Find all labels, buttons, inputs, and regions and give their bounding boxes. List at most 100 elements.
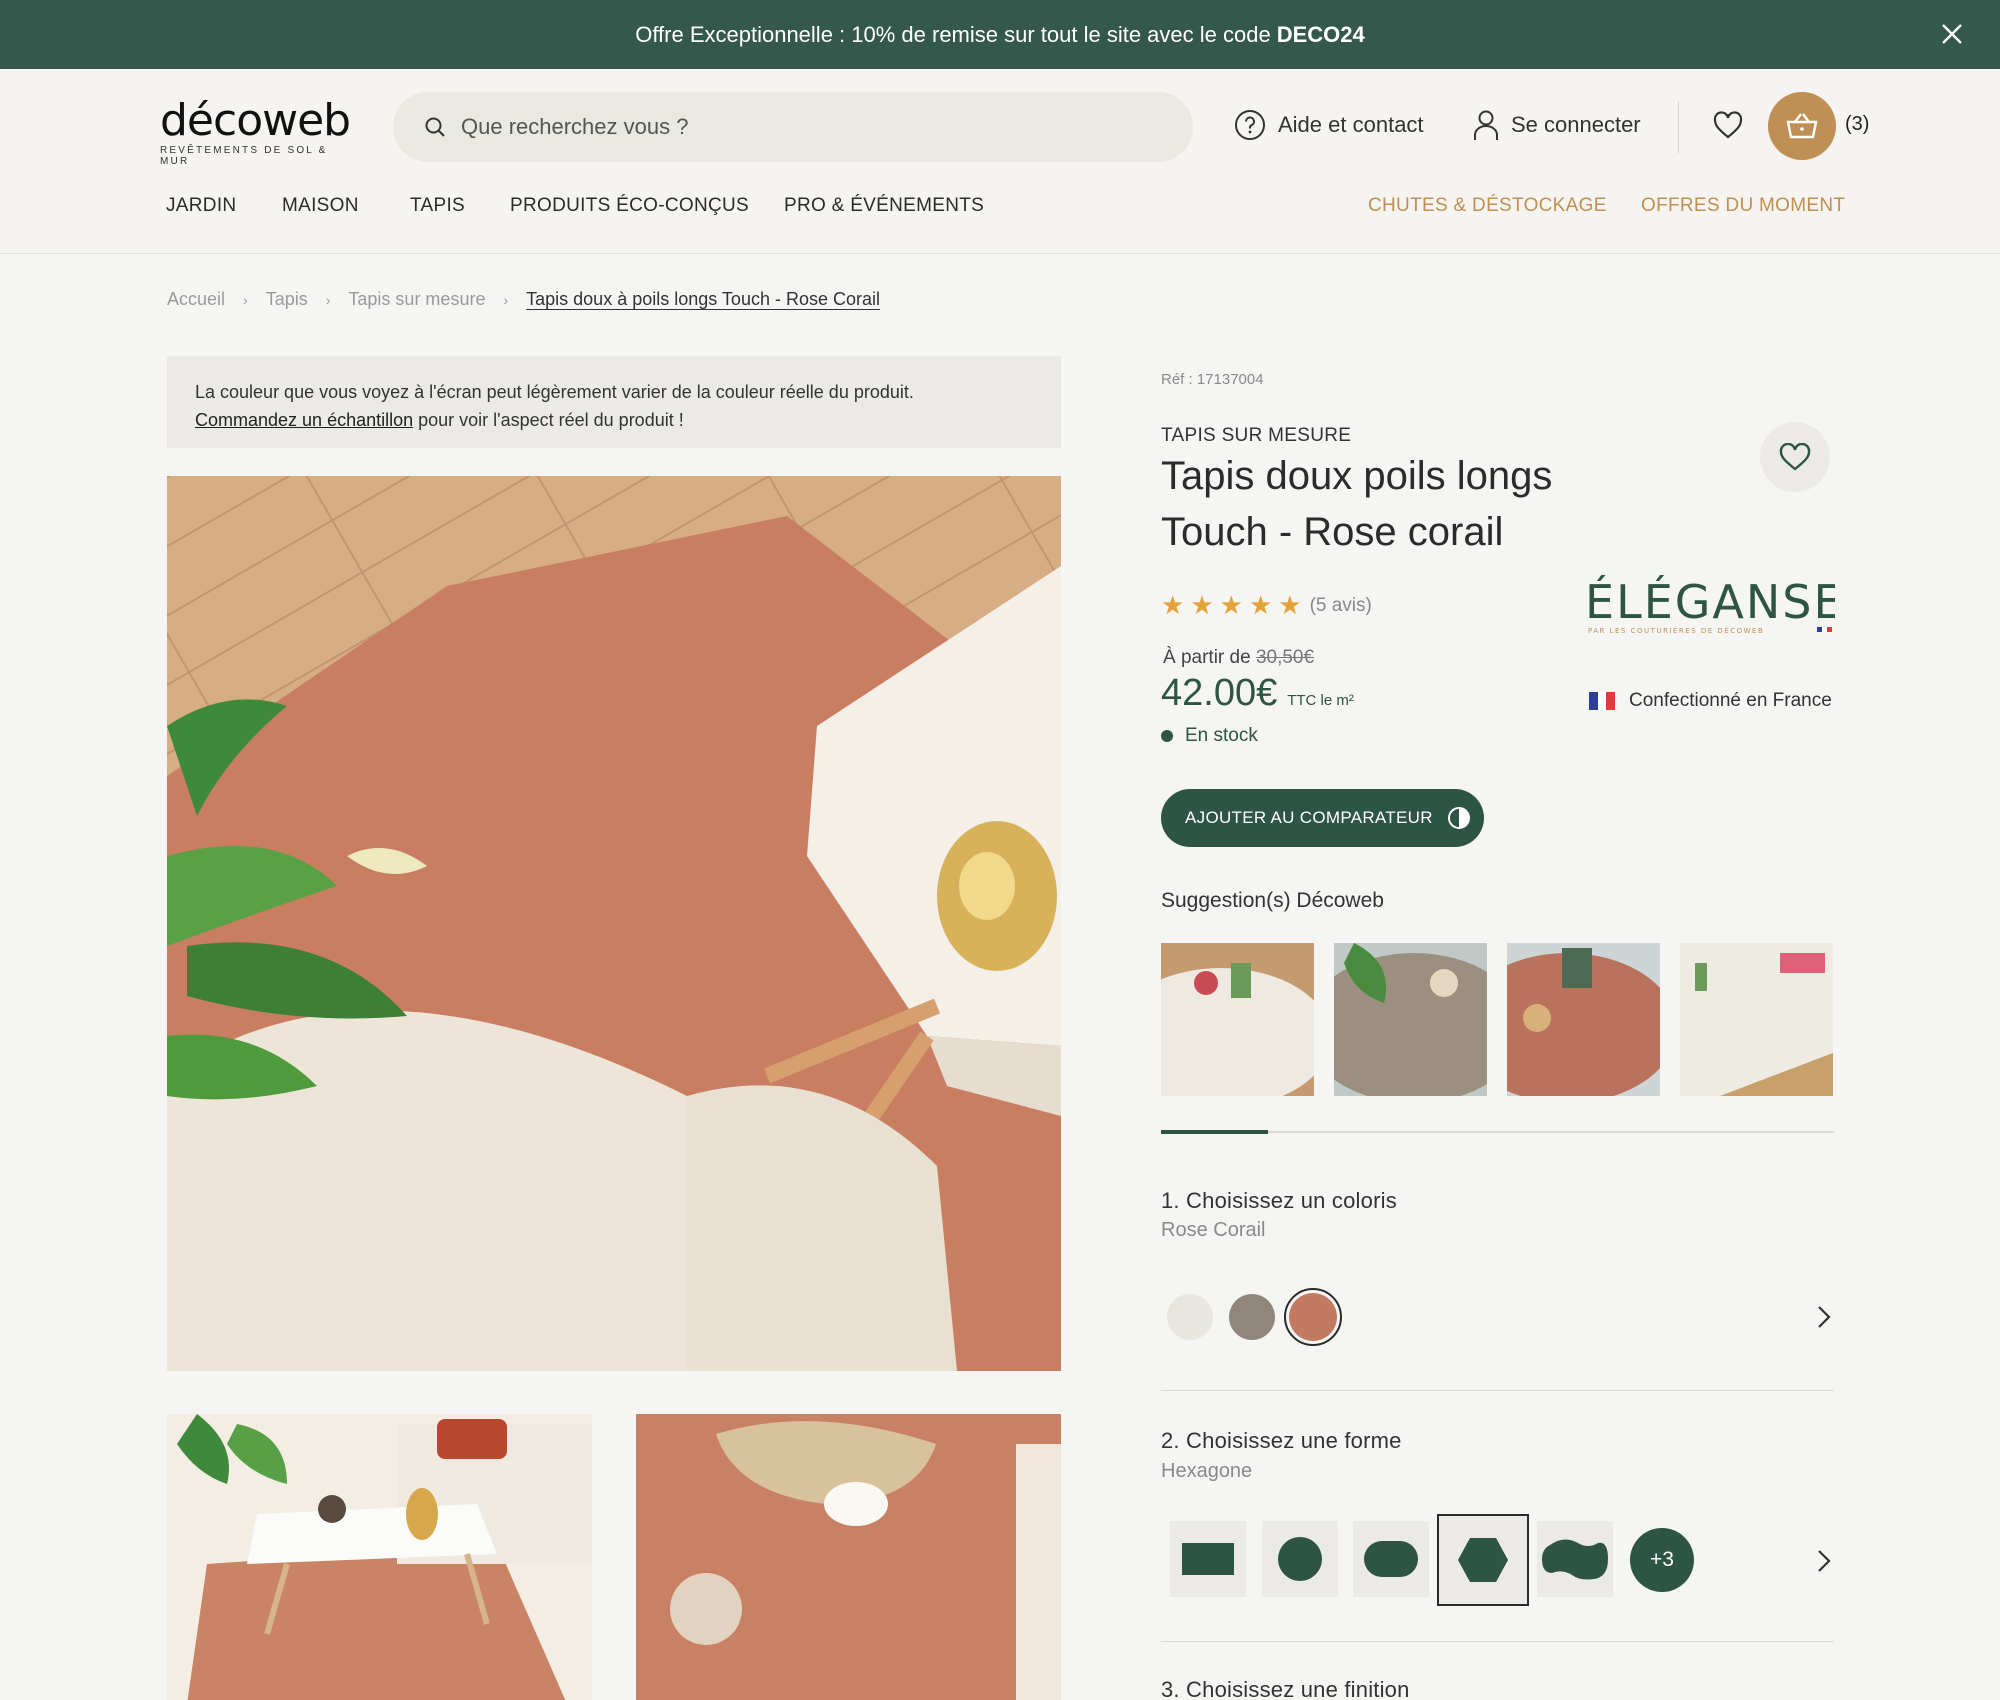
product-reference: Réf : 17137004 bbox=[1161, 371, 1264, 388]
search-input[interactable] bbox=[461, 114, 1061, 140]
oval-shape-icon bbox=[1364, 1541, 1418, 1577]
product-rating[interactable]: ★ ★ ★ ★ ★ (5 avis) bbox=[1161, 590, 1372, 621]
breadcrumb-separator: › bbox=[243, 291, 248, 308]
product-thumbnail-living-room[interactable] bbox=[167, 1414, 592, 1700]
suggestion-item[interactable] bbox=[1334, 943, 1487, 1096]
notice-line2: Commandez un échantillon pour voir l'asp… bbox=[195, 406, 1033, 434]
nav-clearance[interactable]: CHUTES & DÉSTOCKAGE bbox=[1368, 195, 1607, 217]
step-finish-title: 3. Choisissez une finition bbox=[1161, 1677, 1410, 1700]
logo[interactable]: décoweb REVÊTEMENTS DE SOL & MUR bbox=[160, 95, 360, 168]
brand-logo: ÉLÉGANSE PAR LES COUTURIÈRES DE DÉCOWEB bbox=[1585, 570, 1843, 640]
options-divider bbox=[1161, 1390, 1834, 1391]
living-room-photo bbox=[167, 1414, 592, 1700]
color-swatch-rose-corail[interactable] bbox=[1284, 1288, 1342, 1346]
product-thumbnail-detail[interactable] bbox=[636, 1414, 1061, 1700]
order-sample-link[interactable]: Commandez un échantillon bbox=[195, 410, 413, 430]
svg-text:ÉLÉGANSE: ÉLÉGANSE bbox=[1585, 575, 1835, 629]
help-contact-link[interactable]: Aide et contact bbox=[1234, 109, 1424, 141]
breadcrumb-custom-rugs[interactable]: Tapis sur mesure bbox=[348, 289, 485, 310]
add-to-compare-button[interactable]: AJOUTER AU COMPARATEUR bbox=[1161, 789, 1484, 847]
logo-word: décoweb bbox=[160, 95, 351, 146]
old-price: 30,50€ bbox=[1255, 647, 1315, 668]
nav-jardin[interactable]: JARDIN bbox=[166, 195, 236, 217]
product-title: Tapis doux poils longs Touch - Rose cora… bbox=[1161, 454, 1553, 554]
organic-shape-icon bbox=[1542, 1539, 1608, 1580]
stock-status: En stock bbox=[1161, 725, 1258, 747]
france-flag-icon bbox=[1589, 692, 1616, 710]
add-to-wishlist-button[interactable] bbox=[1760, 422, 1830, 492]
suggestion-photo bbox=[1334, 943, 1487, 1096]
product-category: TAPIS SUR MESURE bbox=[1161, 425, 1352, 446]
nav-maison[interactable]: MAISON bbox=[282, 195, 359, 217]
rug-detail-photo bbox=[636, 1414, 1061, 1700]
suggestions-scrollbar-thumb[interactable] bbox=[1161, 1130, 1268, 1134]
price-value: 42.00€ bbox=[1161, 672, 1278, 714]
suggestion-photo bbox=[1161, 943, 1314, 1096]
user-icon bbox=[1474, 110, 1498, 140]
breadcrumb: Accueil › Tapis › Tapis sur mesure › Tap… bbox=[167, 289, 880, 310]
shape-oval[interactable] bbox=[1353, 1521, 1429, 1597]
star-icon: ★ bbox=[1190, 590, 1214, 620]
help-icon bbox=[1235, 110, 1265, 140]
nav-offers[interactable]: OFFRES DU MOMENT bbox=[1641, 195, 1845, 217]
suggestion-photo bbox=[1680, 943, 1833, 1096]
shape-rectangle[interactable] bbox=[1170, 1521, 1246, 1597]
nav-pro-events[interactable]: PRO & ÉVÉNEMENTS bbox=[784, 195, 984, 217]
suggestion-item[interactable] bbox=[1680, 943, 1833, 1096]
step-color-title: 1. Choisissez un coloris bbox=[1161, 1188, 1397, 1213]
stock-label: En stock bbox=[1185, 725, 1258, 746]
star-icon: ★ bbox=[1278, 590, 1302, 620]
rug-photo bbox=[167, 476, 1061, 1371]
options-divider bbox=[1161, 1641, 1834, 1642]
price-from-label: À partir de bbox=[1163, 647, 1251, 668]
product-main-image[interactable] bbox=[167, 476, 1061, 1371]
shape-organic[interactable] bbox=[1537, 1521, 1613, 1597]
search-bar[interactable] bbox=[393, 92, 1193, 162]
nav-eco-products[interactable]: PRODUITS ÉCO-CONÇUS bbox=[510, 195, 749, 217]
step-shape-title: 2. Choisissez une forme bbox=[1161, 1428, 1402, 1453]
promo-text: Offre Exceptionnelle : 10% de remise sur… bbox=[635, 21, 1271, 47]
made-in-france: Confectionné en France bbox=[1589, 690, 1832, 712]
compare-label: AJOUTER AU COMPARATEUR bbox=[1185, 808, 1433, 827]
breadcrumb-home[interactable]: Accueil bbox=[167, 289, 225, 310]
rectangle-shape-icon bbox=[1182, 1543, 1234, 1575]
site-header: décoweb REVÊTEMENTS DE SOL & MUR Aide et… bbox=[0, 69, 2000, 254]
suggestion-item[interactable] bbox=[1161, 943, 1314, 1096]
made-in-label: Confectionné en France bbox=[1629, 690, 1832, 711]
heart-icon bbox=[1779, 443, 1811, 471]
color-swatch-ivory[interactable] bbox=[1167, 1294, 1213, 1340]
cart-button[interactable] bbox=[1768, 92, 1836, 160]
price-unit: TTC le m² bbox=[1287, 692, 1354, 709]
breadcrumb-tapis[interactable]: Tapis bbox=[266, 289, 308, 310]
star-icon: ★ bbox=[1248, 590, 1273, 620]
more-shapes-button[interactable]: +3 bbox=[1630, 1528, 1694, 1592]
header-divider bbox=[1678, 101, 1679, 153]
compare-icon bbox=[1447, 807, 1470, 829]
breadcrumb-current[interactable]: Tapis doux à poils longs Touch - Rose Co… bbox=[526, 289, 880, 310]
breadcrumb-separator: › bbox=[503, 291, 509, 308]
product-price: 42.00€ TTC le m² bbox=[1161, 672, 1354, 715]
search-icon bbox=[425, 117, 445, 137]
stock-dot bbox=[1161, 730, 1173, 742]
color-swatch-taupe[interactable] bbox=[1229, 1294, 1275, 1340]
login-label: Se connecter bbox=[1511, 112, 1641, 137]
login-link[interactable]: Se connecter bbox=[1473, 109, 1641, 141]
cart-count: (3) bbox=[1845, 113, 1870, 135]
close-icon[interactable] bbox=[1938, 20, 1966, 48]
price-from: À partir de 30,50€ bbox=[1163, 647, 1314, 669]
shape-hexagon[interactable] bbox=[1437, 1514, 1529, 1606]
color-notice: La couleur que vous voyez à l'écran peut… bbox=[167, 356, 1061, 448]
chevron-right-icon[interactable] bbox=[1816, 1548, 1832, 1574]
svg-text:PAR LES COUTURIÈRES DE DÉCOWEB: PAR LES COUTURIÈRES DE DÉCOWEB bbox=[1588, 626, 1764, 635]
step-color-value: Rose Corail bbox=[1161, 1219, 1266, 1241]
heart-icon[interactable] bbox=[1713, 111, 1743, 139]
reviews-count: (5 avis) bbox=[1309, 594, 1372, 616]
breadcrumb-separator: › bbox=[325, 291, 331, 308]
chevron-right-icon[interactable] bbox=[1816, 1304, 1832, 1330]
notice-line2-text: pour voir l'aspect réel du produit ! bbox=[413, 410, 684, 430]
nav-tapis[interactable]: TAPIS bbox=[410, 195, 465, 217]
suggestion-item[interactable] bbox=[1507, 943, 1660, 1096]
shape-round[interactable] bbox=[1262, 1521, 1338, 1597]
round-shape-icon bbox=[1278, 1537, 1322, 1581]
promo-banner: Offre Exceptionnelle : 10% de remise sur… bbox=[0, 0, 2000, 69]
